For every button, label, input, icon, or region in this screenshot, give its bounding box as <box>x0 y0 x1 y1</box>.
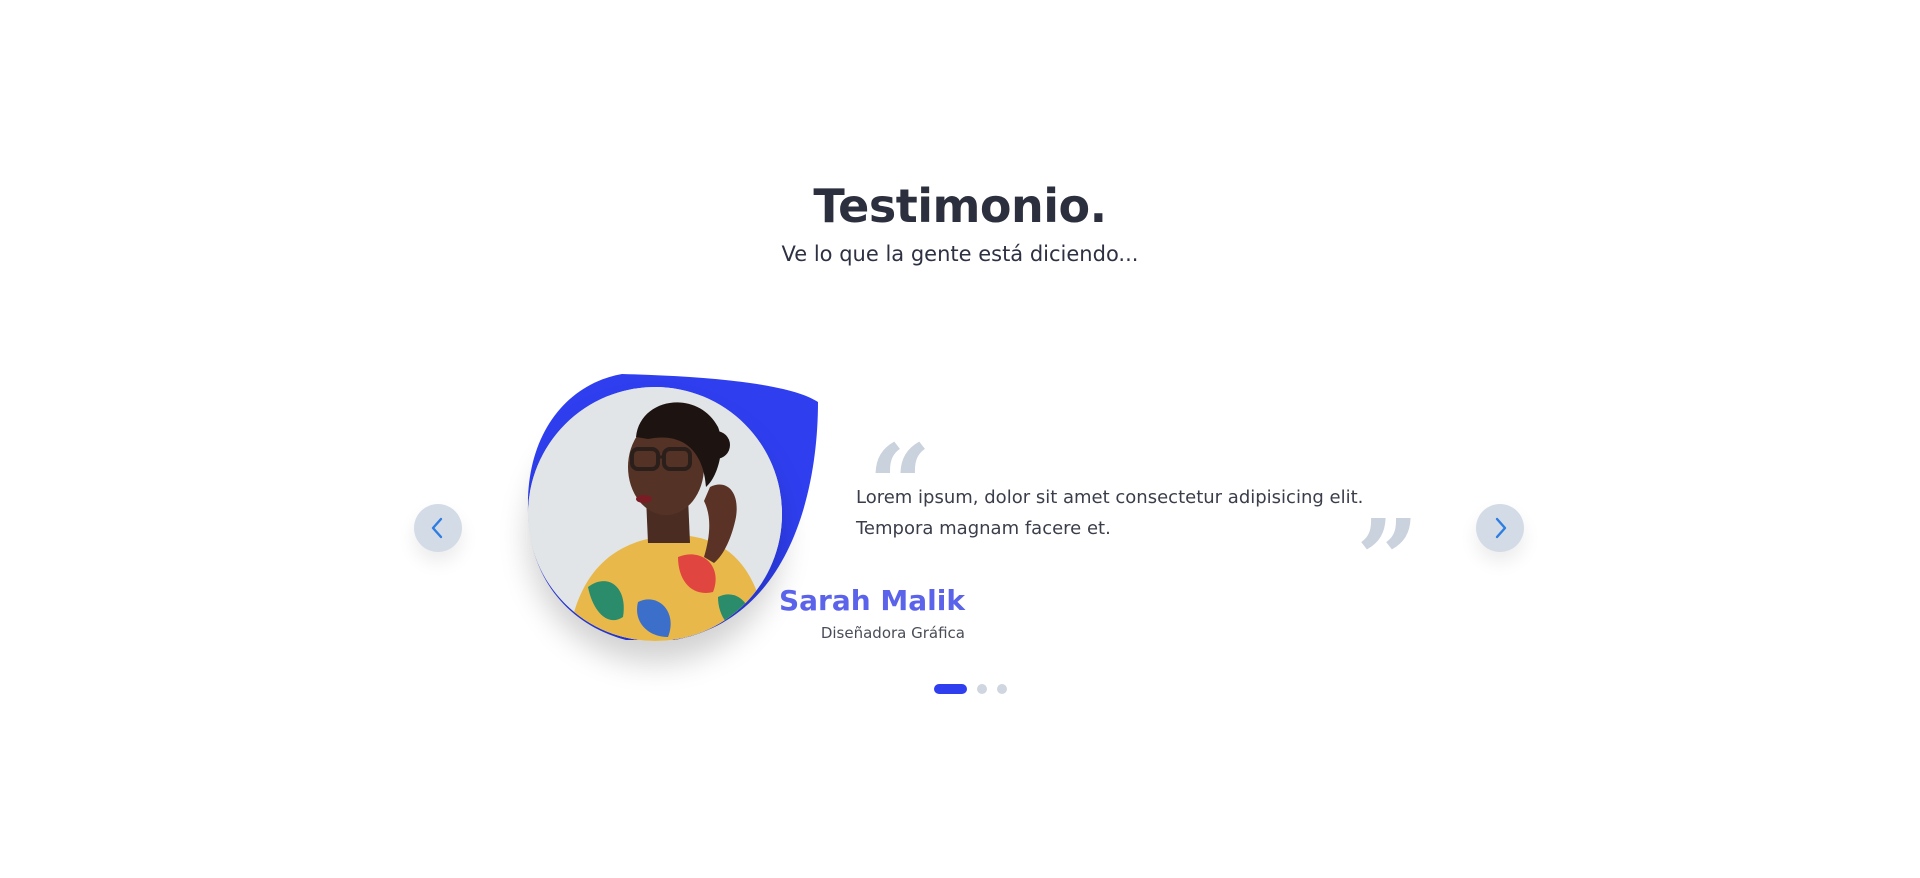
pagination-dot[interactable] <box>997 684 1007 694</box>
testimonial-quote: Lorem ipsum, dolor sit amet consectetur … <box>856 482 1376 544</box>
testimonial-photo-frame <box>526 374 818 642</box>
testimonial-section: Testimonio. Ve lo que la gente está dici… <box>0 0 1920 878</box>
prev-slide-button[interactable] <box>414 504 462 552</box>
portrait-image <box>528 387 782 641</box>
section-heading: Testimonio. Ve lo que la gente está dici… <box>0 178 1920 266</box>
close-quote-icon: ” <box>1356 505 1419 561</box>
chevron-right-icon <box>1495 517 1507 539</box>
next-slide-button[interactable] <box>1476 504 1524 552</box>
open-quote-icon: “ <box>868 430 931 486</box>
avatar-photo <box>528 387 782 641</box>
quote-line: Tempora magnam facere et. <box>856 518 1111 539</box>
author-role: Diseñadora Gráfica <box>820 624 965 642</box>
chevron-left-icon <box>431 517 443 539</box>
carousel-pagination <box>934 684 1007 694</box>
quote-line: Lorem ipsum, dolor sit amet consectetur … <box>856 487 1364 508</box>
pagination-dot[interactable] <box>934 684 967 694</box>
author-name: Sarah Malik <box>778 584 965 617</box>
section-title: Testimonio. <box>813 179 1107 233</box>
section-subtitle: Ve lo que la gente está diciendo... <box>781 242 1139 266</box>
pagination-dot[interactable] <box>977 684 987 694</box>
